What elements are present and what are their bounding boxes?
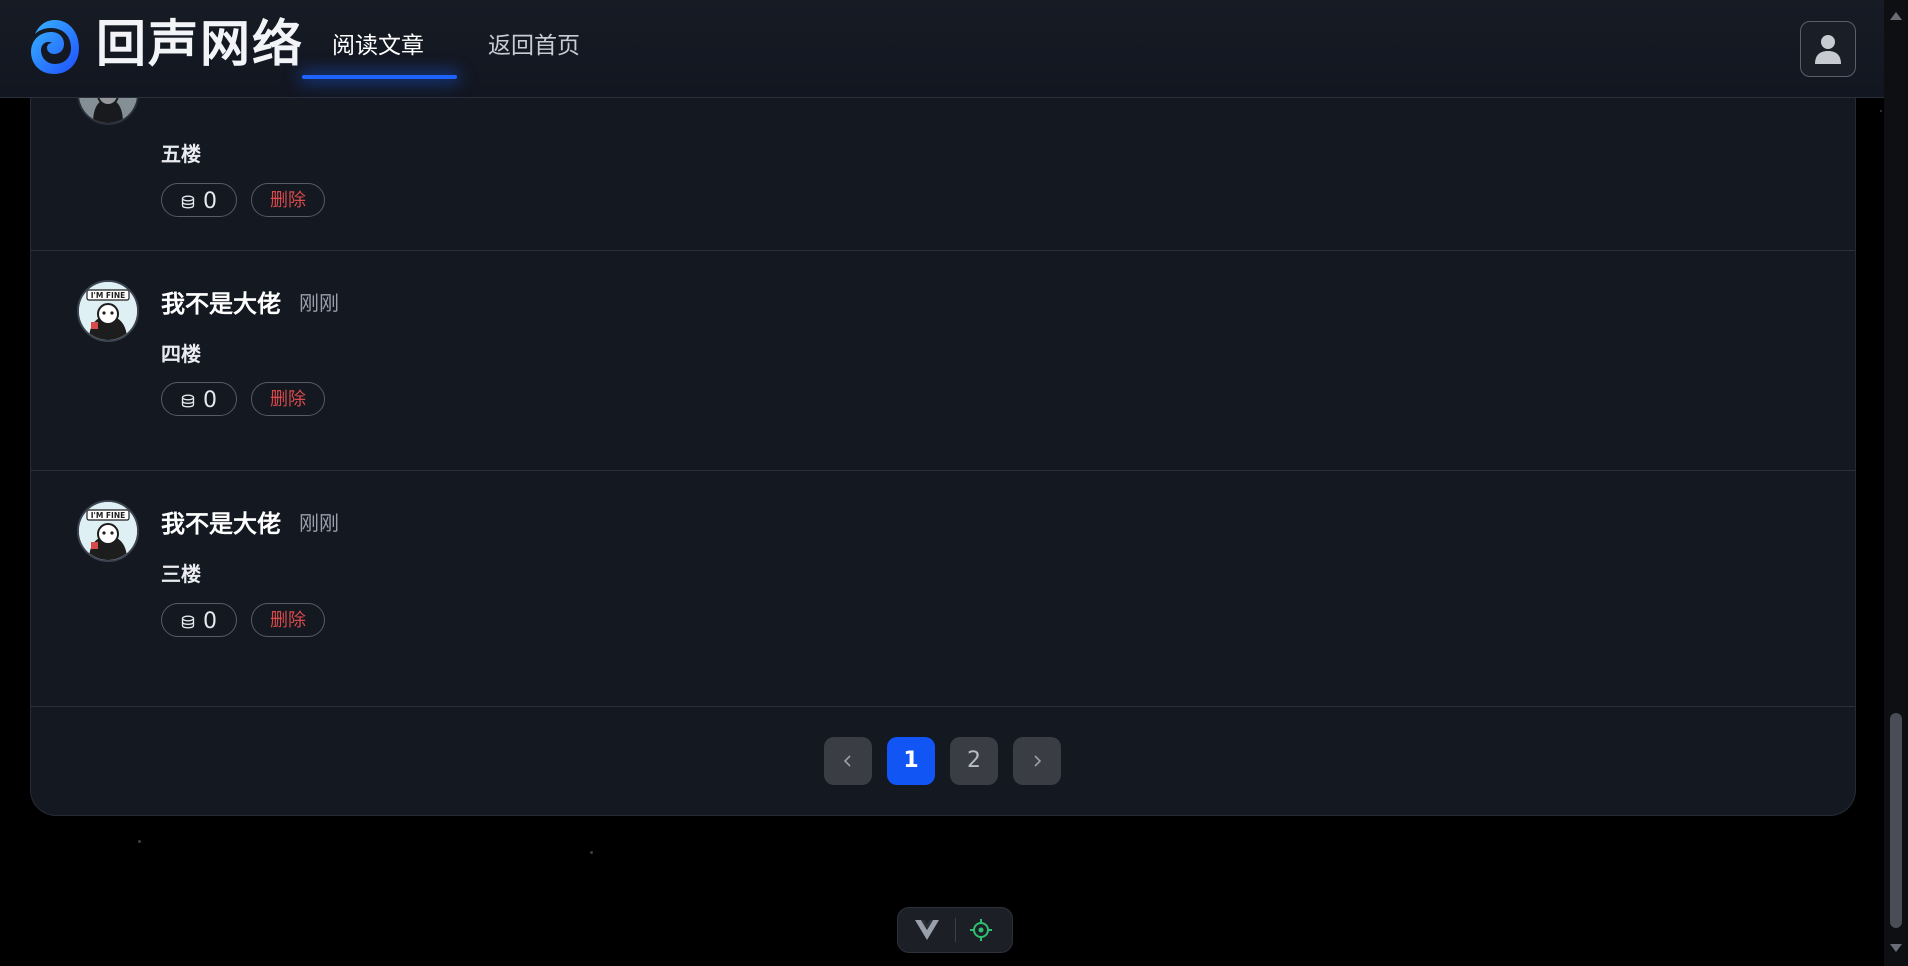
scroll-down-arrow-icon[interactable] [1890, 944, 1902, 952]
comment-text: 四楼 [161, 342, 201, 366]
next-page-button[interactable] [1013, 737, 1061, 785]
comment-item: I'M FINE 我不是大佬 刚刚 四楼 0 删除 [31, 250, 1855, 471]
like-button[interactable]: 0 [161, 183, 237, 217]
scrollbar-thumb[interactable] [1890, 713, 1902, 928]
avatar[interactable]: I'M FINE [77, 280, 139, 342]
avatar[interactable]: I'M FINE [77, 500, 139, 562]
page-button-2[interactable]: 2 [950, 737, 998, 785]
coin-stack-icon [181, 195, 195, 209]
comment-text: 五楼 [161, 142, 201, 166]
user-menu-button[interactable] [1800, 21, 1856, 77]
page-button-1[interactable]: 1 [887, 737, 935, 785]
like-count: 0 [203, 189, 217, 214]
echo-logo-icon[interactable] [29, 18, 81, 76]
like-button[interactable]: 0 [161, 603, 237, 637]
devtools-toolbar [897, 907, 1013, 953]
nav-active-indicator [302, 75, 457, 79]
scroll-up-arrow-icon[interactable] [1890, 12, 1902, 20]
devtools-separator [955, 918, 956, 942]
nav-read-articles[interactable]: 阅读文章 [332, 26, 424, 66]
delete-button[interactable]: 删除 [251, 382, 325, 416]
comments-card: 五楼 0 删除 I'M FINE 我不是大佬 刚刚 四楼 0 删除 I'M FI… [30, 60, 1856, 816]
comment-item: I'M FINE 我不是大佬 刚刚 三楼 0 删除 [31, 470, 1855, 707]
delete-button[interactable]: 删除 [251, 183, 325, 217]
delete-button[interactable]: 删除 [251, 603, 325, 637]
brand-title: 回声网络 [96, 15, 304, 73]
target-icon[interactable] [969, 918, 993, 942]
user-icon [1815, 35, 1841, 64]
like-count: 0 [203, 388, 217, 413]
avatar-caption: I'M FINE [91, 291, 125, 300]
chevron-right-icon [1034, 755, 1042, 767]
comment-author: 我不是大佬 [161, 510, 281, 538]
comment-time: 刚刚 [299, 291, 339, 315]
like-button[interactable]: 0 [161, 382, 237, 416]
comment-author: 我不是大佬 [161, 290, 281, 318]
avatar-caption: I'M FINE [91, 511, 125, 520]
coin-stack-icon [181, 615, 195, 629]
page-scrollbar[interactable] [1884, 0, 1908, 966]
coin-stack-icon [181, 394, 195, 408]
like-count: 0 [203, 609, 217, 634]
comment-time: 刚刚 [299, 511, 339, 535]
nav-back-home[interactable]: 返回首页 [488, 26, 580, 66]
comment-text: 三楼 [161, 562, 201, 586]
top-navbar: 回声网络 阅读文章 返回首页 [0, 0, 1884, 98]
vue-logo-icon[interactable] [915, 920, 939, 940]
prev-page-button[interactable] [824, 737, 872, 785]
chevron-left-icon [843, 755, 851, 767]
